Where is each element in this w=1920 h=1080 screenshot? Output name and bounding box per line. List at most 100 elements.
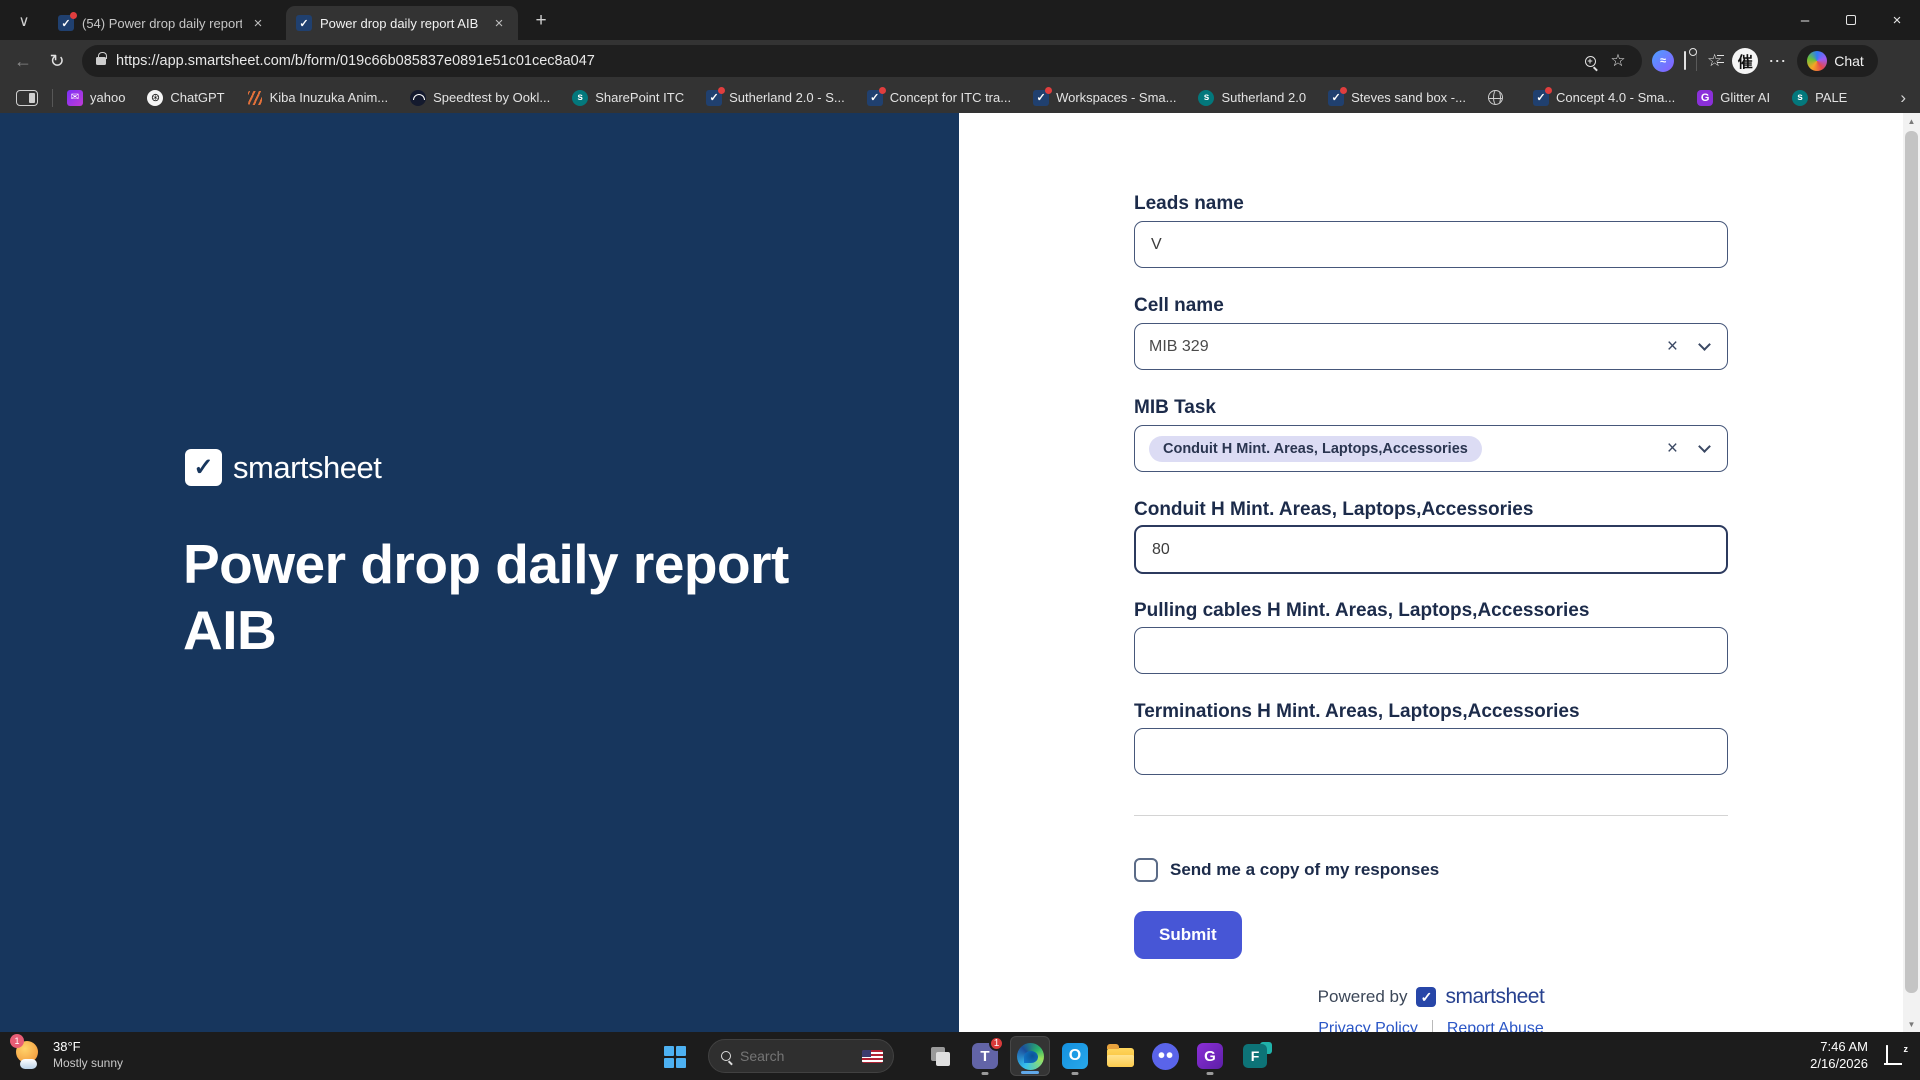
bookmark-item[interactable]: ✓ Steves sand box -... [1328,86,1466,106]
bookmark-item[interactable]: Kiba Inuzuka Anim... [247,90,388,106]
submit-button[interactable]: Submit [1134,911,1242,959]
tab-active[interactable]: ✓ Power drop daily report AIB × [286,6,518,40]
chevron-down-icon[interactable] [1698,440,1711,453]
restore-button[interactable] [1828,0,1874,40]
weather-badge: 1 [10,1034,24,1048]
weather-temp: 38°F [53,1038,81,1054]
teams-button[interactable]: T 1 [965,1036,1005,1076]
forms-icon: F [1243,1042,1272,1068]
zoom-button[interactable]: + [1576,47,1604,75]
bookmark-item[interactable]: Speedtest by Ookl... [410,89,550,106]
bookmark-label: SharePoint ITC [595,90,685,105]
bookmark-item[interactable]: ✉ yahoo [67,89,126,106]
clear-icon[interactable]: × [1667,336,1678,358]
windows-icon [664,1057,674,1068]
bookmark-label: Sutherland 2.0 [1221,90,1307,105]
url-text[interactable]: https://app.smartsheet.com/b/form/019c66… [116,53,1576,69]
clear-icon[interactable]: × [1667,438,1678,460]
tab-inactive[interactable]: ✓ (54) Power drop daily report AIB - Sm … [48,6,276,40]
favorite-button[interactable]: ☆ [1604,47,1632,75]
copilot-chat-button[interactable]: Chat [1797,45,1878,77]
page-scrollbar[interactable]: ▲ ▼ [1903,113,1920,1032]
bookmark-item[interactable]: ✓ Concept for ITC tra... [866,86,1011,106]
terminations-input[interactable] [1134,728,1728,775]
selected-chip[interactable]: Conduit H Mint. Areas, Laptops,Accessori… [1149,435,1482,462]
smartsheet-mark-icon: ✓ [185,449,222,486]
tab-search-button[interactable]: ∨ [8,8,40,34]
pulling-cables-input[interactable] [1134,627,1728,674]
settings-more-button[interactable]: ⋯ [1768,51,1787,72]
bookmark-item[interactable]: s Sutherland 2.0 [1198,88,1307,106]
lines-decoration [1717,55,1725,63]
search-input[interactable] [740,1048,853,1064]
notification-dot [878,86,886,94]
edge-button[interactable] [1010,1036,1050,1076]
extension-gradient-icon[interactable]: ≈ [1652,50,1674,72]
refresh-button[interactable]: ↻ [40,45,74,77]
outlook-button[interactable]: O [1055,1036,1095,1076]
taskbar-search[interactable] [708,1039,894,1073]
bookmark-item[interactable]: ✓ Sutherland 2.0 - S... [706,86,845,106]
task-view-button[interactable] [920,1036,960,1076]
send-copy-checkbox[interactable] [1134,858,1158,882]
sidebar-toggle-icon[interactable] [16,89,38,106]
outlook-icon: O [1062,1043,1088,1069]
scroll-up-arrow[interactable]: ▲ [1903,113,1920,129]
bookmark-label: Workspaces - Sma... [1056,90,1177,105]
taskbar-clock[interactable]: 7:46 AM 2/16/2026 [1810,1039,1868,1073]
chevron-down-icon[interactable] [1698,338,1711,351]
bookmarks-overflow-button[interactable]: › [1900,88,1906,108]
favorites-hub-button[interactable]: ☆ [1707,51,1725,71]
bookmark-item[interactable] [1488,90,1511,106]
running-indicator [981,1072,989,1075]
mib-task-multiselect[interactable]: Conduit H Mint. Areas, Laptops,Accessori… [1134,425,1728,472]
scroll-thumb[interactable] [1905,131,1918,993]
file-explorer-button[interactable] [1100,1036,1140,1076]
windows-icon [675,1057,686,1068]
leads-name-input[interactable] [1134,221,1728,268]
windows-icon [675,1046,686,1056]
chatgpt-icon: ⊛ [147,89,164,106]
extensions-button[interactable] [1684,51,1686,70]
bookmark-item[interactable]: s PALE [1792,88,1847,106]
bookmark-item[interactable]: ✓ Concept 4.0 - Sma... [1532,86,1675,106]
footer-brand[interactable]: smartsheet [1445,985,1544,1009]
teams-badge: 1 [989,1036,1004,1051]
clock-time: 7:46 AM [1820,1039,1868,1054]
bookmark-item[interactable]: s SharePoint ITC [572,88,685,106]
forms-button[interactable]: F [1235,1036,1275,1076]
cell-name-select[interactable]: MIB 329 × [1134,323,1728,370]
scroll-down-arrow[interactable]: ▼ [1903,1016,1920,1032]
bookmark-item[interactable]: ⊛ ChatGPT [147,89,225,106]
profile-avatar[interactable]: 催 [1732,48,1759,74]
bookmark-item[interactable]: ✓ Workspaces - Sma... [1033,86,1177,106]
brand-name: smartsheet [233,449,382,485]
tab-title: (54) Power drop daily report AIB - Sm [82,15,242,31]
star-icon: ☆ [1610,51,1626,70]
tab-close-button[interactable]: × [490,14,508,32]
tab-close-button[interactable]: × [250,14,266,32]
address-bar[interactable]: https://app.smartsheet.com/b/form/019c66… [82,45,1642,77]
sharepoint-icon: s [1198,88,1217,106]
brand-logo: ✓ smartsheet [185,449,382,486]
bookmark-label: yahoo [90,90,126,105]
conduit-input[interactable] [1134,525,1728,574]
lock-icon[interactable] [96,52,107,65]
start-button[interactable] [664,1046,686,1068]
weather-widget[interactable]: 1 38°F Mostly sunny [10,1034,123,1071]
notification-dot [70,12,77,19]
new-tab-button[interactable]: + [528,9,554,33]
glitter-app-button[interactable]: G [1190,1036,1230,1076]
minimize-button[interactable]: – [1782,0,1828,40]
task-view-icon [931,1047,950,1066]
discord-button[interactable] [1145,1036,1185,1076]
back-button[interactable]: ← [6,45,40,77]
bookmark-label: Glitter AI [1720,90,1771,105]
weather-icon: 1 [10,1034,44,1071]
us-flag-icon [862,1049,883,1063]
bookmark-item[interactable]: G Glitter AI [1697,89,1771,106]
send-copy-row: Send me a copy of my responses [1134,858,1439,882]
field-label: Conduit H Mint. Areas, Laptops,Accessori… [1134,499,1534,520]
notification-bell-button[interactable]: z [1886,1044,1908,1066]
close-button[interactable]: × [1874,0,1920,40]
